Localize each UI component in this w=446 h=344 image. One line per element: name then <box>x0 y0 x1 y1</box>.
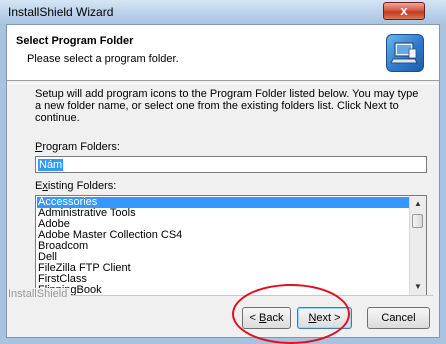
installshield-branding: InstallShield <box>8 288 72 300</box>
cancel-button[interactable]: Cancel <box>367 307 430 329</box>
scroll-up-arrow-icon[interactable]: ▲ <box>410 196 426 212</box>
wizard-header: Select Program Folder Please select a pr… <box>7 25 439 80</box>
program-folder-value: Nám <box>38 159 64 171</box>
program-folder-input[interactable]: Nám <box>35 156 427 173</box>
setup-computer-icon <box>386 34 424 72</box>
existing-folders-label: Existing Folders: <box>35 180 116 192</box>
program-folders-label: Program Folders: <box>35 141 120 153</box>
wizard-client-area: Select Program Folder Please select a pr… <box>6 24 440 338</box>
scrollbar-thumb[interactable] <box>412 214 423 228</box>
window-title: InstallShield Wizard <box>8 5 114 19</box>
instructions-text: Setup will add program icons to the Prog… <box>35 88 419 124</box>
highlight-circle <box>232 284 350 344</box>
header-separator <box>7 80 439 84</box>
existing-folders-list[interactable]: Accessories Administrative Tools Adobe A… <box>35 195 427 296</box>
title-bar[interactable]: InstallShield Wizard x <box>0 0 446 24</box>
list-scrollbar[interactable]: ▲ ▼ <box>409 196 426 295</box>
close-icon: x <box>400 3 408 18</box>
page-subtitle: Please select a program folder. <box>27 53 179 65</box>
program-folders-label-text: rogram Folders: <box>42 141 120 153</box>
close-button[interactable]: x <box>383 2 425 20</box>
scroll-down-arrow-icon[interactable]: ▼ <box>410 279 426 295</box>
existing-folders-label-text: isting Folders: <box>47 180 117 192</box>
installshield-window: InstallShield Wizard x Select Program Fo… <box>0 0 446 344</box>
page-title: Select Program Folder <box>16 35 134 47</box>
